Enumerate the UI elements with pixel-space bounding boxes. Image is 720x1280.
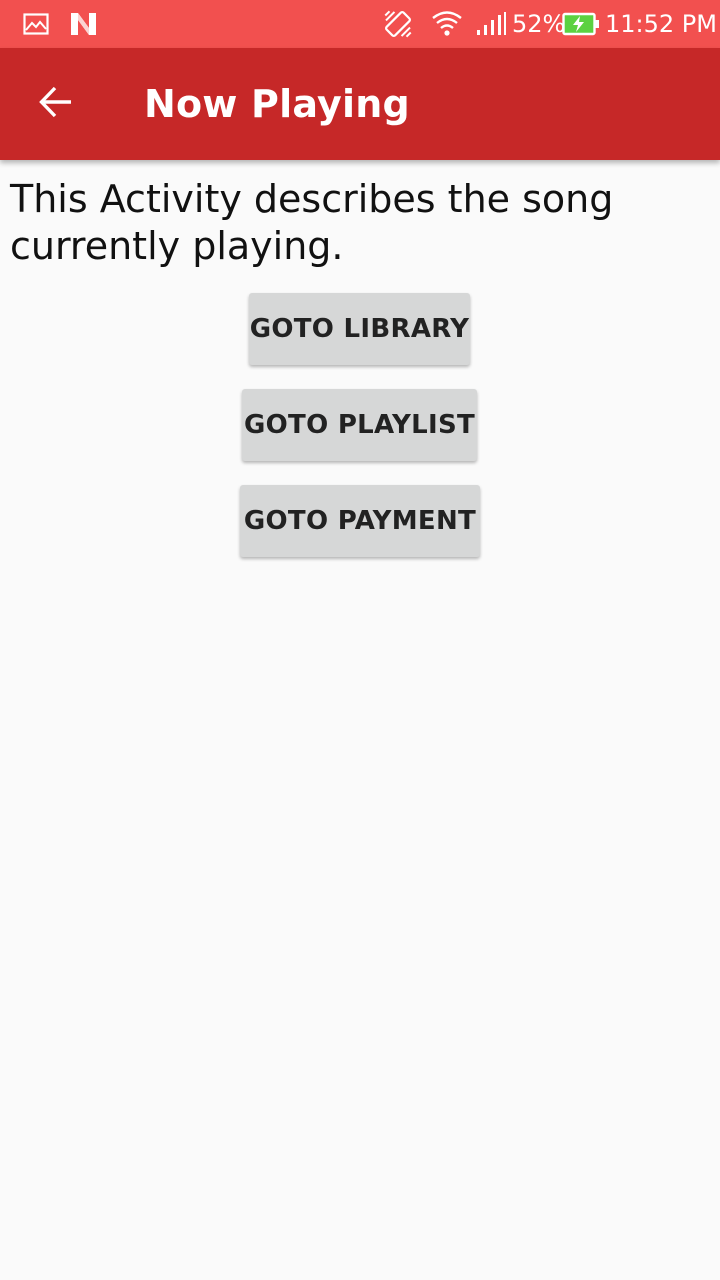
activity-description: This Activity describes the song current… bbox=[10, 177, 614, 268]
gallery-notification-icon bbox=[22, 0, 50, 48]
vibrate-icon bbox=[380, 0, 416, 48]
cell-signal-icon bbox=[474, 0, 508, 48]
n-notification-icon bbox=[68, 0, 100, 48]
goto-playlist-button[interactable]: GOTO PLAYLIST bbox=[242, 389, 477, 461]
back-arrow-icon bbox=[38, 84, 74, 125]
goto-payment-button[interactable]: GOTO PAYMENT bbox=[240, 485, 480, 557]
goto-library-button[interactable]: GOTO LIBRARY bbox=[249, 293, 470, 365]
wifi-icon bbox=[430, 0, 464, 48]
app-bar: Now Playing bbox=[0, 48, 720, 160]
status-bar: 52% 11:52 PM bbox=[0, 0, 720, 48]
battery-charging-icon bbox=[562, 0, 600, 48]
back-button[interactable] bbox=[20, 68, 92, 140]
battery-percent: 52% bbox=[512, 10, 566, 38]
clock: 11:52 PM bbox=[605, 10, 717, 38]
page-title: Now Playing bbox=[144, 82, 410, 126]
